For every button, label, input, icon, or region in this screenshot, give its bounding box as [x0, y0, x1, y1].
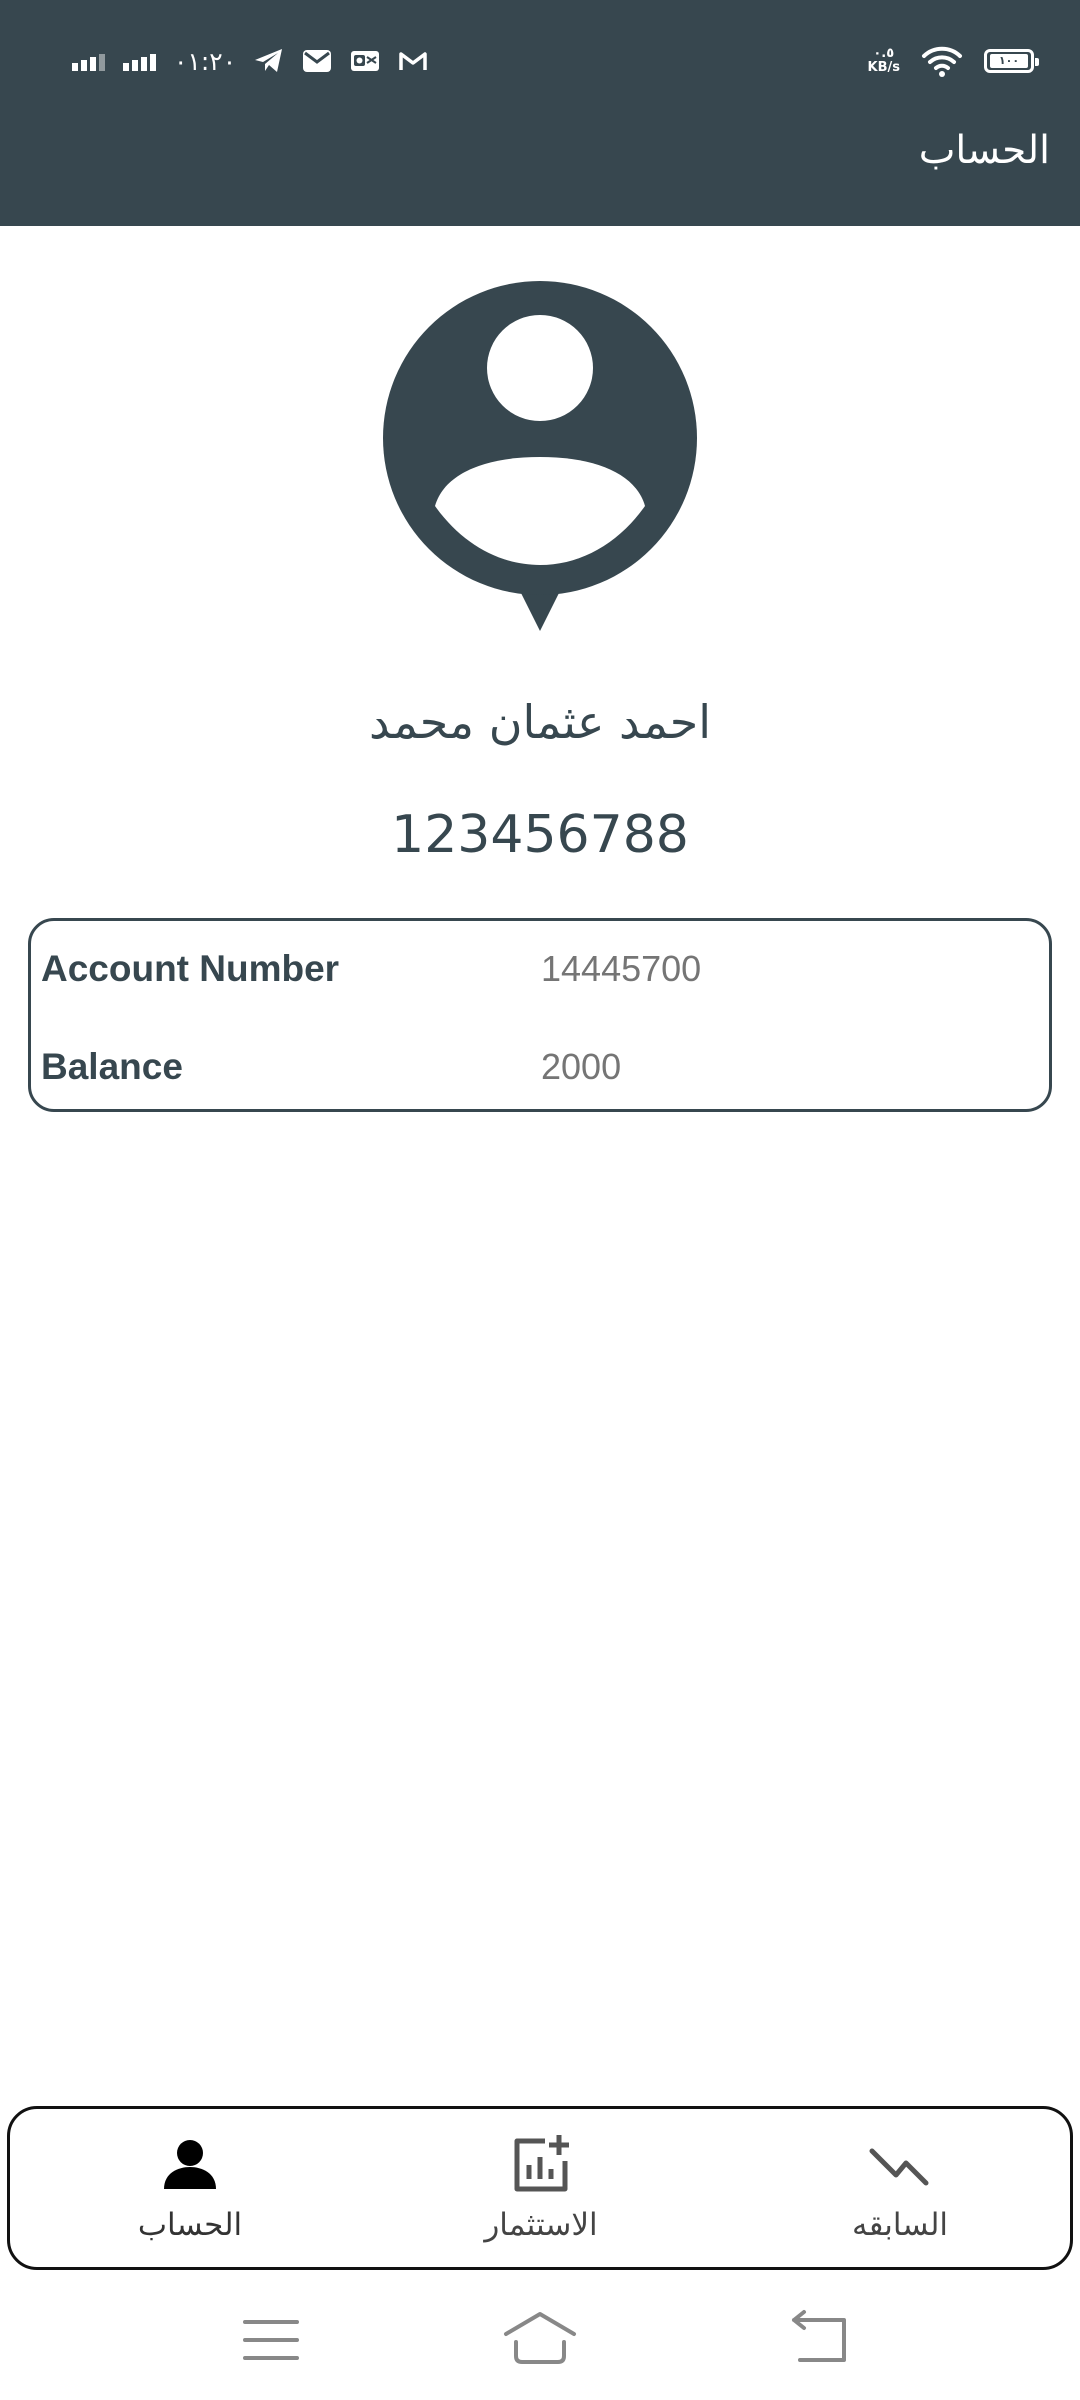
- status-time: ٠١:٢٠: [174, 46, 237, 76]
- status-left: ٠١:٢٠: [72, 38, 428, 84]
- account-number-row: Account Number 14445700: [41, 939, 1041, 999]
- account-number-label: Account Number: [41, 948, 340, 989]
- signal-sim1-icon: [123, 51, 156, 71]
- home-icon[interactable]: [500, 2300, 580, 2380]
- outlook-icon: [351, 51, 380, 71]
- signal-sim2-icon: [72, 51, 105, 71]
- account-info-card: Account Number 14445700 Balance 2000: [28, 918, 1052, 1112]
- battery-icon: ١٠٠: [984, 49, 1039, 73]
- network-speed: ٠.٥ KB/s: [868, 47, 900, 75]
- nav-label-account: الحساب: [137, 2207, 243, 2243]
- page-title: الحساب: [918, 128, 1050, 173]
- network-speed-unit: KB/s: [867, 60, 900, 75]
- status-bar: ٠١:٢٠ ٠.٥ KB/s ١٠٠: [0, 0, 1080, 120]
- nav-item-account[interactable]: الحساب: [40, 2109, 340, 2267]
- profile-phone: 123456788: [391, 805, 689, 865]
- nav-item-investment[interactable]: الاستثمار: [391, 2109, 691, 2267]
- avatar-icon: [383, 281, 697, 631]
- network-speed-value: ٠.٥: [873, 46, 895, 61]
- app-bar: ٠١:٢٠ ٠.٥ KB/s ١٠٠ الحساب: [0, 0, 1080, 226]
- telegram-icon: [255, 49, 283, 72]
- nav-item-history[interactable]: السابقه: [750, 2109, 1050, 2267]
- status-right: ٠.٥ KB/s ١٠٠: [868, 38, 1039, 84]
- account-number-value: 14445700: [541, 948, 702, 989]
- balance-row: Balance 2000: [41, 1037, 1041, 1097]
- balance-value: 2000: [541, 1046, 622, 1087]
- profile-name: احمد عثمان محمد: [369, 695, 711, 749]
- battery-level: ١٠٠: [990, 54, 1028, 68]
- back-icon[interactable]: [782, 2300, 862, 2380]
- system-navigation-bar: [0, 2290, 1080, 2400]
- bottom-navigation: الحساب الاستثمار السابقه: [7, 2106, 1073, 2270]
- person-icon: [164, 2140, 216, 2189]
- add-chart-icon: [514, 2135, 569, 2192]
- email-icon: [303, 50, 332, 72]
- nav-label-investment: الاستثمار: [484, 2207, 598, 2243]
- wifi-icon: [922, 46, 962, 77]
- menu-icon[interactable]: [231, 2300, 311, 2380]
- balance-label: Balance: [41, 1046, 183, 1087]
- gmail-icon: [399, 52, 427, 70]
- nav-label-history: السابقه: [851, 2207, 949, 2243]
- trending-down-icon: [869, 2148, 929, 2186]
